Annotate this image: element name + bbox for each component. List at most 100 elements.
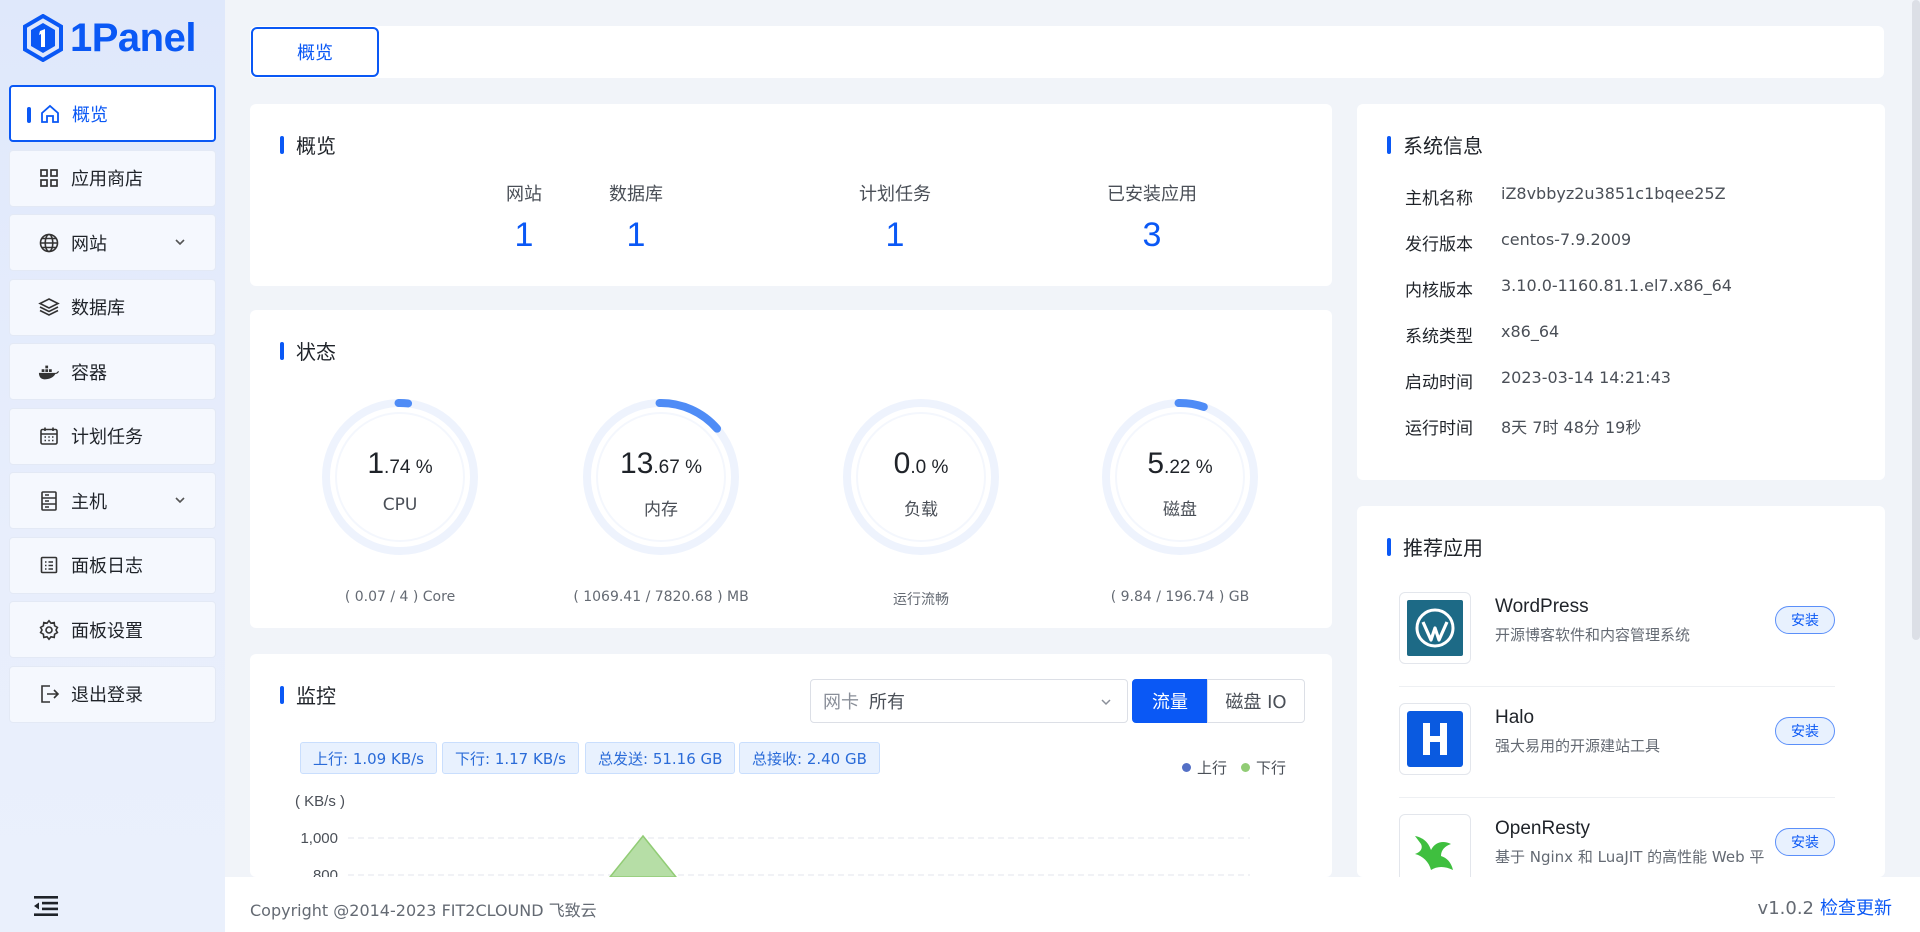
sidebar-item-panel-log[interactable]: 面板日志 [9,536,216,594]
legend-download[interactable]: 下行 [1241,757,1286,778]
stat-download-rate: 下行: 1.17 KB/s [442,742,579,774]
app-desc: 开源博客软件和内容管理系统 [1495,626,1691,644]
tab-overview[interactable]: 概览 [251,27,379,77]
legend-label: 上行 [1197,759,1228,777]
gauge-memory[interactable]: 13.67 % 内存 ( 1069.41 / 7820.68 ) MB [531,395,791,605]
system-info-title: 系统信息 [1387,130,1483,159]
gear-icon [38,619,60,641]
overview-label: 计划任务 [859,184,931,205]
status-title: 状态 [280,336,336,365]
home-icon [39,103,61,125]
sidebar-item-overview[interactable]: 概览 [9,85,216,142]
sidebar-item-label: 计划任务 [71,427,143,448]
system-info-card: 系统信息 主机名称 iZ8vbbyz2u3851c1bqee25Z 发行版本 cen… [1357,104,1885,480]
nic-select-value: 所有 [869,692,905,713]
chevron-down-icon [175,239,185,246]
app-row-wordpress[interactable]: WordPress 开源博客软件和内容管理系统 安装 [1399,592,1845,702]
overview-item-cronjob[interactable]: 计划任务 1 [766,180,1024,255]
app-row-halo[interactable]: Halo 强大易用的开源建站工具 安装 [1399,703,1845,813]
info-row-uptime: 运行时间 8天 7时 48分 19秒 [1405,418,1642,439]
divider [1399,686,1835,687]
sidebar-item-label: 面板日志 [71,556,143,577]
app-name: OpenResty [1495,818,1591,839]
page-scrollbar[interactable] [1912,0,1920,640]
sidebar-item-host[interactable]: 主机 [9,472,216,529]
gauge-load[interactable]: 0.0 % 负载 运行流畅 [791,395,1051,609]
legend-dot [1241,763,1250,772]
info-row-kernel: 内核版本 3.10.0-1160.81.1.el7.x86_64 [1405,276,1732,301]
overview-card: 概览 网站 1 数据库 1 计划任务 1 已安装应用 3 [250,104,1332,286]
layers-icon [38,296,60,318]
install-button[interactable]: 安装 [1775,606,1835,634]
app-desc: 基于 Nginx 和 LuaJIT 的高性能 Web 平 [1495,848,1765,866]
sidebar-item-label: 面板设置 [71,620,143,642]
sidebar-item-container[interactable]: 容器 [9,343,216,400]
legend-upload[interactable]: 上行 [1182,757,1227,778]
gauge-disk[interactable]: 5.22 % 磁盘 ( 9.84 / 196.74 ) GB [1050,395,1310,605]
wordpress-icon [1399,592,1471,664]
sidebar-menu: 概览 应用商店 网站 数据库 容器 计划任务 主机 面板日志 面板设置 退出登录 [9,85,216,730]
calendar-icon [38,425,60,447]
recommended-title: 推荐应用 [1387,532,1483,561]
gauge-detail: ( 0.07 / 4 ) Core [344,589,456,605]
footer: Copyright @2014-2023 FIT2CLOUND 飞致云 v1.0… [225,877,1920,932]
logout-icon [38,683,60,705]
gauge-value: 13.67 % [620,447,702,480]
legend-dot [1182,763,1191,772]
sidebar: 1Panel 概览 应用商店 网站 数据库 容器 计划任务 主机 面板日志 面板… [0,0,225,932]
divider [1399,797,1835,798]
sidebar-item-label: 概览 [72,104,108,126]
collapse-menu-icon[interactable] [34,896,60,916]
gauge-arc [1174,399,1208,411]
monitor-card: 监控 网卡 所有 流量 磁盘 IO 上行: 1.09 KB/s 下行: 1.17… [250,654,1332,877]
segment-disk-io[interactable]: 磁盘 IO [1207,679,1305,723]
sidebar-item-logout[interactable]: 退出登录 [9,665,216,723]
chart-ytick: 800 [313,867,338,877]
gauge-detail: ( 9.84 / 196.74 ) GB [1110,589,1250,605]
chevron-down-icon [175,497,185,504]
overview-value: 1 [885,216,905,254]
sidebar-footer [0,877,225,932]
gauge-value: 5.22 % [1147,447,1213,480]
server-icon [38,490,60,512]
legend-label: 下行 [1256,759,1287,777]
gauge-cpu[interactable]: 1.74 % CPU ( 0.07 / 4 ) Core [270,395,530,605]
traffic-chart: ( KB/s ) 1,000 800 [295,793,1250,877]
copyright: Copyright @2014-2023 FIT2CLOUND 飞致云 [250,901,597,920]
chart-ylabel: ( KB/s ) [295,793,345,810]
logo[interactable]: 1Panel [22,14,196,62]
overview-item-database[interactable]: 数据库 1 [507,180,765,255]
sidebar-item-label: 网站 [71,233,107,255]
app-row-openresty[interactable]: OpenResty 基于 Nginx 和 LuaJIT 的高性能 Web 平 安… [1399,814,1845,877]
install-button[interactable]: 安装 [1775,828,1835,856]
sidebar-item-label: 数据库 [71,298,125,319]
stat-upload-rate: 上行: 1.09 KB/s [300,742,437,774]
nic-select[interactable]: 网卡 所有 [810,679,1128,723]
docker-icon [38,361,60,383]
overview-item-installed-apps[interactable]: 已安装应用 3 [1023,180,1281,255]
openresty-icon [1399,814,1471,877]
app-desc: 强大易用的开源建站工具 [1495,737,1661,755]
segment-traffic[interactable]: 流量 [1132,679,1208,723]
overview-value: 1 [626,216,646,254]
brand-name: 1Panel [70,15,196,60]
sidebar-item-website[interactable]: 网站 [9,214,216,271]
sidebar-item-cronjob[interactable]: 计划任务 [9,407,216,465]
stat-total-received: 总接收: 2.40 GB [739,742,880,774]
chevron-down-icon [1101,699,1111,706]
install-button[interactable]: 安装 [1775,717,1835,745]
app-name: Halo [1495,707,1535,728]
overview-label: 数据库 [609,184,663,205]
gauge-value: 0.0 % [893,447,949,480]
sidebar-item-database[interactable]: 数据库 [9,278,216,336]
sidebar-item-app-store[interactable]: 应用商店 [9,149,216,207]
gauge-label: CPU [382,495,418,515]
chart-series-download [609,834,677,877]
recommended-apps-card: 推荐应用 WordPress 开源博客软件和内容管理系统 安装 Halo 强大易… [1357,506,1885,877]
sidebar-item-label: 容器 [71,362,107,384]
tab-bar: 概览 [250,26,1884,78]
overview-title: 概览 [280,130,336,159]
sidebar-item-panel-settings[interactable]: 面板设置 [9,601,216,658]
check-update-link[interactable]: 检查更新 [1820,898,1892,919]
chart-ytick: 1,000 [300,830,338,847]
